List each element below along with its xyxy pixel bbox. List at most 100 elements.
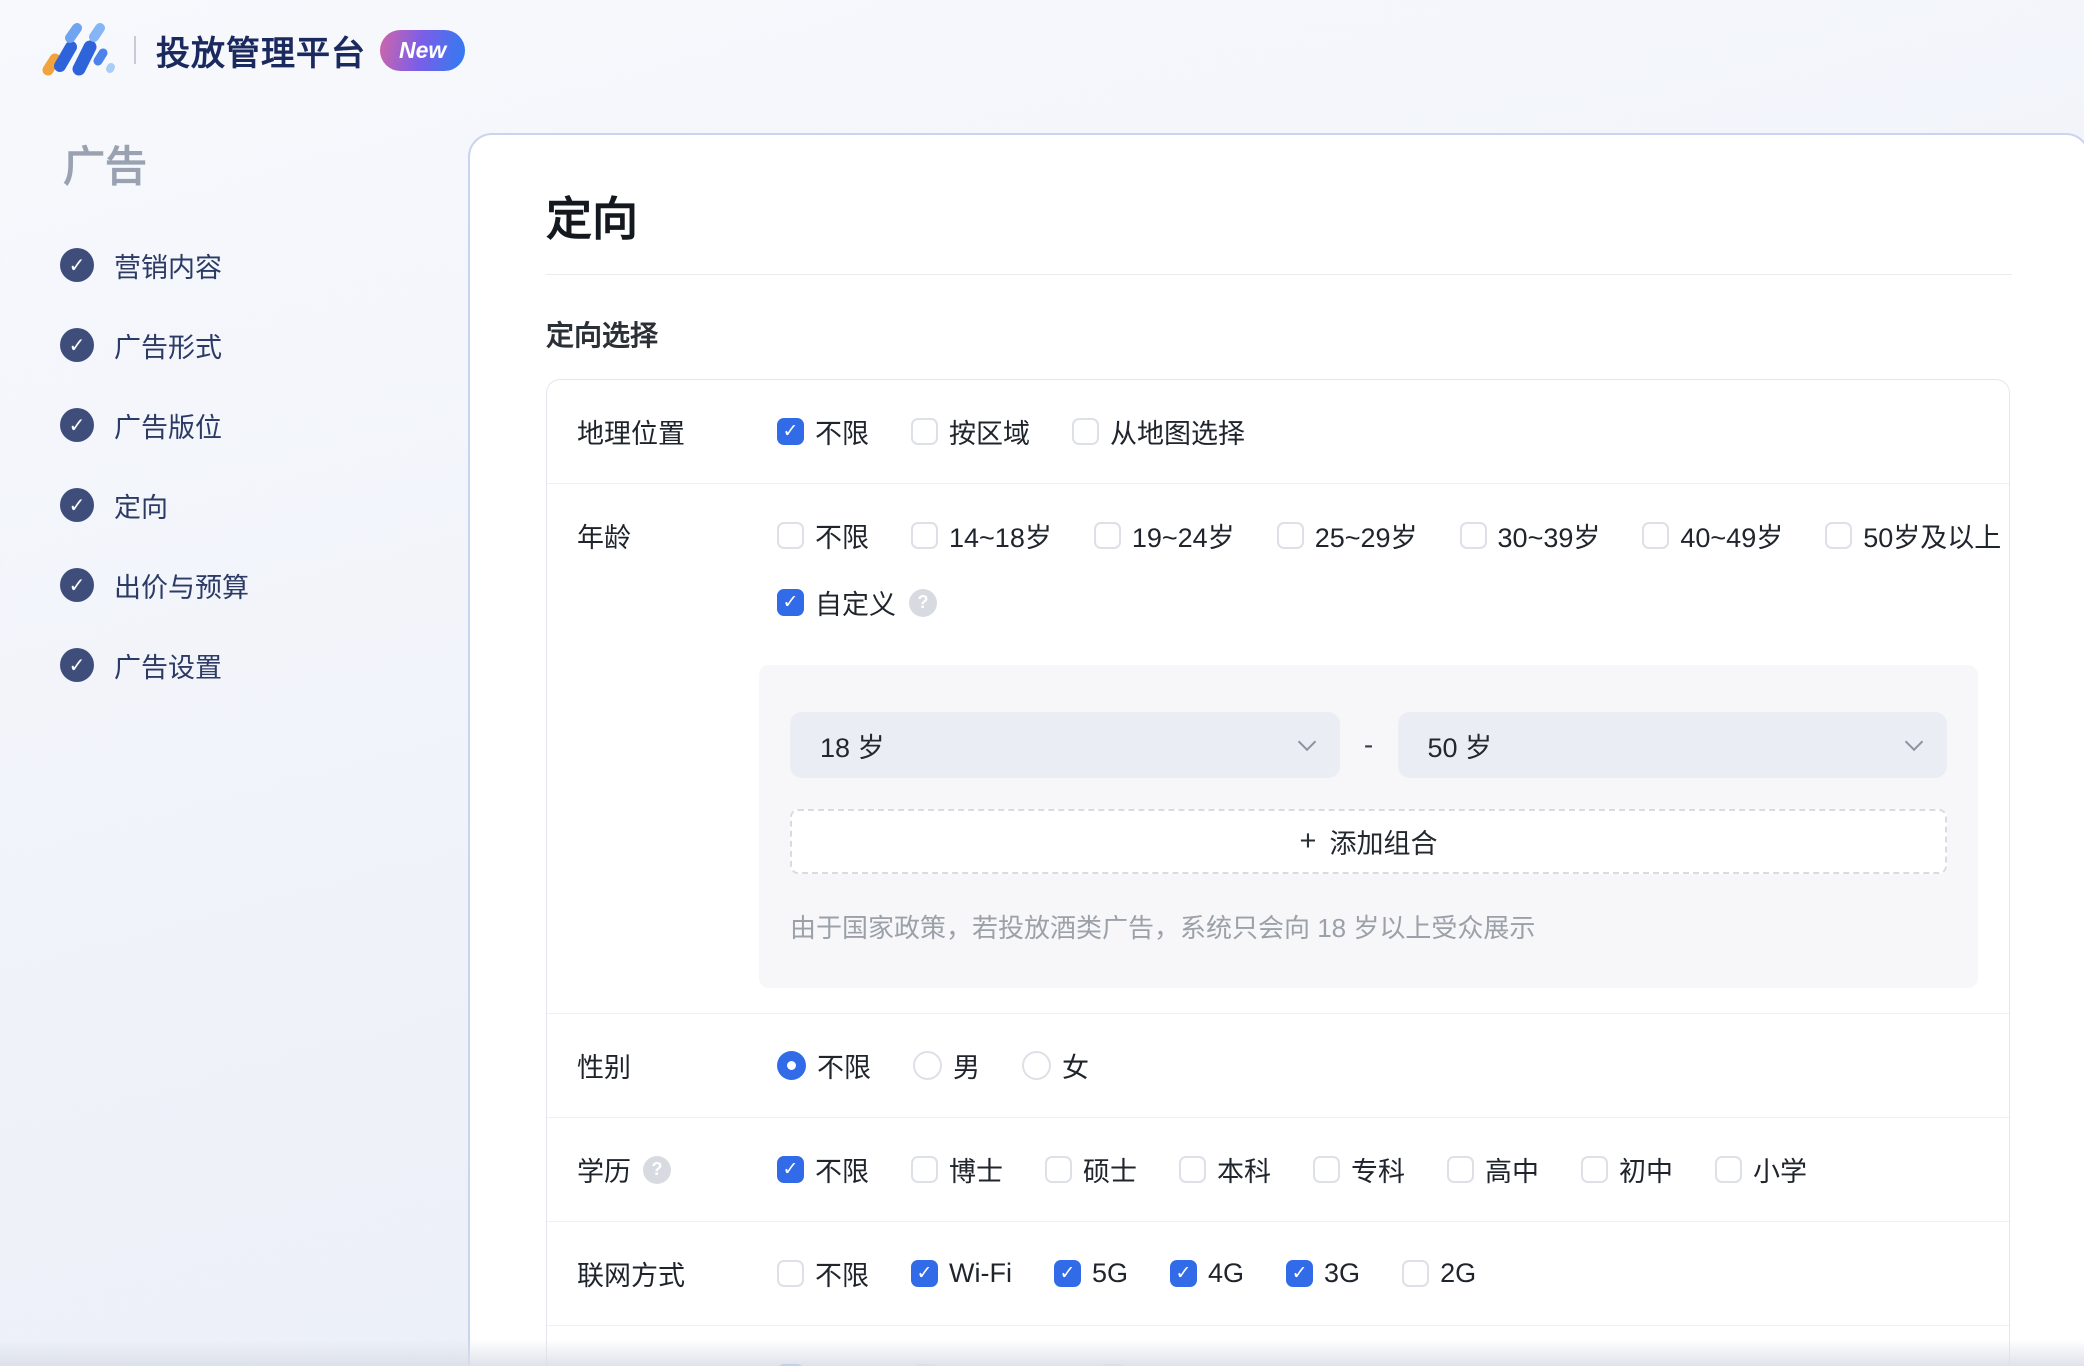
option-label: 专科 bbox=[1351, 1157, 1405, 1187]
option-age-50-plus[interactable]: 50岁及以上 bbox=[1825, 516, 2001, 555]
sidebar-item-bid-budget[interactable]: ✓ 出价与预算 bbox=[0, 545, 468, 625]
checkbox-icon[interactable] bbox=[1045, 1156, 1072, 1183]
row-age: 年龄 不限 14~18岁 19~24岁 25~29岁 30~39岁 40~49岁… bbox=[547, 484, 2009, 1013]
option-edu-high-school[interactable]: 高中 bbox=[1447, 1150, 1539, 1189]
option-geo-by-region[interactable]: 按区域 bbox=[911, 412, 1030, 451]
option-net-wifi[interactable]: ✓ Wi-Fi bbox=[911, 1258, 1012, 1289]
checkbox-checked-icon[interactable]: ✓ bbox=[911, 1260, 938, 1287]
option-age-25-29[interactable]: 25~29岁 bbox=[1276, 516, 1418, 555]
option-geo-unlimited[interactable]: ✓ 不限 bbox=[777, 412, 869, 451]
radio-icon[interactable] bbox=[913, 1051, 942, 1080]
radio-icon[interactable] bbox=[1022, 1051, 1051, 1080]
education-options: ✓ 不限 博士 硕士 本科 专科 高中 初中 小学 bbox=[777, 1150, 1807, 1189]
checkbox-icon[interactable] bbox=[1447, 1156, 1474, 1183]
checkbox-icon[interactable] bbox=[911, 1156, 938, 1183]
checkbox-icon[interactable] bbox=[1276, 522, 1304, 549]
age-from-value: 18 岁 bbox=[820, 732, 885, 763]
sidebar-heading: 广告 bbox=[63, 143, 148, 190]
option-net-3g[interactable]: ✓ 3G bbox=[1286, 1258, 1360, 1289]
option-geo-from-map[interactable]: 从地图选择 bbox=[1072, 412, 1245, 451]
checkbox-icon[interactable] bbox=[1313, 1156, 1340, 1183]
option-age-custom[interactable]: ✓ 自定义 bbox=[777, 583, 896, 622]
checkbox-icon[interactable] bbox=[1581, 1156, 1608, 1183]
age-custom-line: ✓ 自定义 ? bbox=[777, 583, 2009, 622]
option-age-unlimited[interactable]: 不限 bbox=[777, 516, 869, 555]
option-label: 不限 bbox=[815, 1261, 869, 1291]
option-net-4g[interactable]: ✓ 4G bbox=[1170, 1258, 1244, 1289]
checkbox-icon[interactable] bbox=[1642, 522, 1670, 549]
sidebar-step-list: ✓ 营销内容 ✓ 广告形式 ✓ 广告版位 ✓ 定向 ✓ 出价与预算 ✓ 广告设置 bbox=[0, 225, 468, 705]
option-label: 5G bbox=[1091, 1258, 1128, 1288]
checkbox-icon[interactable] bbox=[1402, 1260, 1430, 1287]
targeting-panel: 定向 定向选择 地理位置 ✓ 不限 按区域 从地图选择 年龄 不限 14~18岁… bbox=[468, 133, 2084, 1366]
sidebar-item-ad-settings[interactable]: ✓ 广告设置 bbox=[0, 625, 468, 705]
step-complete-icon: ✓ bbox=[60, 648, 94, 682]
sidebar-item-ad-format[interactable]: ✓ 广告形式 bbox=[0, 305, 468, 385]
row-network-type: 联网方式 不限 ✓ Wi-Fi ✓ 5G ✓ 4G ✓ 3G 2G bbox=[547, 1222, 2009, 1325]
option-edu-associate[interactable]: 专科 bbox=[1313, 1150, 1405, 1189]
app-title: 投放管理平台 bbox=[156, 34, 366, 73]
option-net-unlimited[interactable]: 不限 bbox=[777, 1254, 869, 1293]
targeting-form: 地理位置 ✓ 不限 按区域 从地图选择 年龄 不限 14~18岁 19~24岁 … bbox=[546, 379, 2010, 1366]
add-combination-button[interactable]: + 添加组合 bbox=[790, 809, 1947, 874]
option-label: Wi-Fi bbox=[949, 1258, 1012, 1288]
option-age-40-49[interactable]: 40~49岁 bbox=[1642, 516, 1783, 555]
option-age-19-24[interactable]: 19~24岁 bbox=[1093, 516, 1235, 555]
option-label: 初中 bbox=[1619, 1157, 1673, 1187]
checkbox-checked-icon[interactable]: ✓ bbox=[1286, 1260, 1314, 1287]
step-complete-icon: ✓ bbox=[60, 488, 94, 522]
age-line-1: 年龄 不限 14~18岁 19~24岁 25~29岁 30~39岁 40~49岁… bbox=[577, 516, 2009, 555]
radio-gender-unlimited[interactable]: 不限 bbox=[777, 1046, 871, 1085]
geo-options: ✓ 不限 按区域 从地图选择 bbox=[777, 412, 1245, 451]
option-net-5g[interactable]: ✓ 5G bbox=[1053, 1258, 1128, 1289]
checkbox-checked-icon[interactable]: ✓ bbox=[777, 589, 804, 616]
sidebar-item-label: 定向 bbox=[114, 492, 168, 523]
checkbox-checked-icon[interactable]: ✓ bbox=[1170, 1260, 1197, 1287]
checkbox-icon[interactable] bbox=[1825, 522, 1853, 549]
age-from-select[interactable]: 18 岁 bbox=[790, 712, 1340, 778]
checkbox-checked-icon[interactable]: ✓ bbox=[1053, 1260, 1081, 1287]
step-complete-icon: ✓ bbox=[60, 248, 94, 282]
sidebar-item-ad-placement[interactable]: ✓ 广告版位 bbox=[0, 385, 468, 465]
sidebar-item-targeting[interactable]: ✓ 定向 bbox=[0, 465, 468, 545]
checkbox-icon[interactable] bbox=[1459, 522, 1487, 549]
help-icon[interactable]: ? bbox=[909, 588, 937, 617]
option-label: 4G bbox=[1208, 1258, 1245, 1288]
option-label: 50岁及以上 bbox=[1863, 523, 2002, 553]
checkbox-icon[interactable] bbox=[1072, 418, 1099, 445]
option-edu-unlimited[interactable]: ✓ 不限 bbox=[777, 1150, 869, 1189]
age-options: 不限 14~18岁 19~24岁 25~29岁 30~39岁 40~49岁 50… bbox=[777, 516, 2001, 555]
option-edu-doctor[interactable]: 博士 bbox=[911, 1150, 1003, 1189]
option-label: 从地图选择 bbox=[1110, 419, 1245, 449]
step-complete-icon: ✓ bbox=[60, 408, 94, 442]
option-edu-middle-school[interactable]: 初中 bbox=[1581, 1150, 1673, 1189]
option-edu-primary-school[interactable]: 小学 bbox=[1715, 1150, 1807, 1189]
option-label: 按区域 bbox=[949, 419, 1030, 449]
checkbox-checked-icon[interactable]: ✓ bbox=[777, 418, 804, 445]
option-label: 不限 bbox=[815, 1157, 869, 1187]
age-to-select[interactable]: 50 岁 bbox=[1397, 712, 1947, 778]
checkbox-icon[interactable] bbox=[777, 1260, 804, 1287]
checkbox-icon[interactable] bbox=[1179, 1156, 1206, 1183]
radio-selected-icon[interactable] bbox=[777, 1051, 806, 1080]
age-to-value: 50 岁 bbox=[1427, 732, 1493, 763]
option-edu-bachelor[interactable]: 本科 bbox=[1179, 1150, 1271, 1189]
radio-gender-male[interactable]: 男 bbox=[913, 1046, 980, 1085]
checkbox-icon[interactable] bbox=[1093, 522, 1121, 549]
checkbox-checked-icon[interactable]: ✓ bbox=[777, 1156, 804, 1183]
radio-gender-female[interactable]: 女 bbox=[1022, 1046, 1089, 1085]
option-age-14-18[interactable]: 14~18岁 bbox=[911, 516, 1052, 555]
checkbox-icon[interactable] bbox=[911, 522, 938, 549]
option-age-30-39[interactable]: 30~39岁 bbox=[1459, 516, 1600, 555]
gender-options: 不限 男 女 bbox=[777, 1046, 1089, 1085]
checkbox-icon[interactable] bbox=[911, 418, 938, 445]
step-complete-icon: ✓ bbox=[60, 328, 94, 362]
checkbox-icon[interactable] bbox=[777, 522, 804, 549]
row-label: 联网方式 bbox=[577, 1261, 685, 1291]
option-net-2g[interactable]: 2G bbox=[1402, 1258, 1476, 1289]
checkbox-icon[interactable] bbox=[1715, 1156, 1742, 1183]
sidebar-item-marketing-content[interactable]: ✓ 营销内容 bbox=[0, 225, 468, 305]
option-label: 14~18岁 bbox=[949, 523, 1052, 553]
help-icon[interactable]: ? bbox=[643, 1155, 671, 1184]
option-edu-master[interactable]: 硕士 bbox=[1045, 1150, 1137, 1189]
